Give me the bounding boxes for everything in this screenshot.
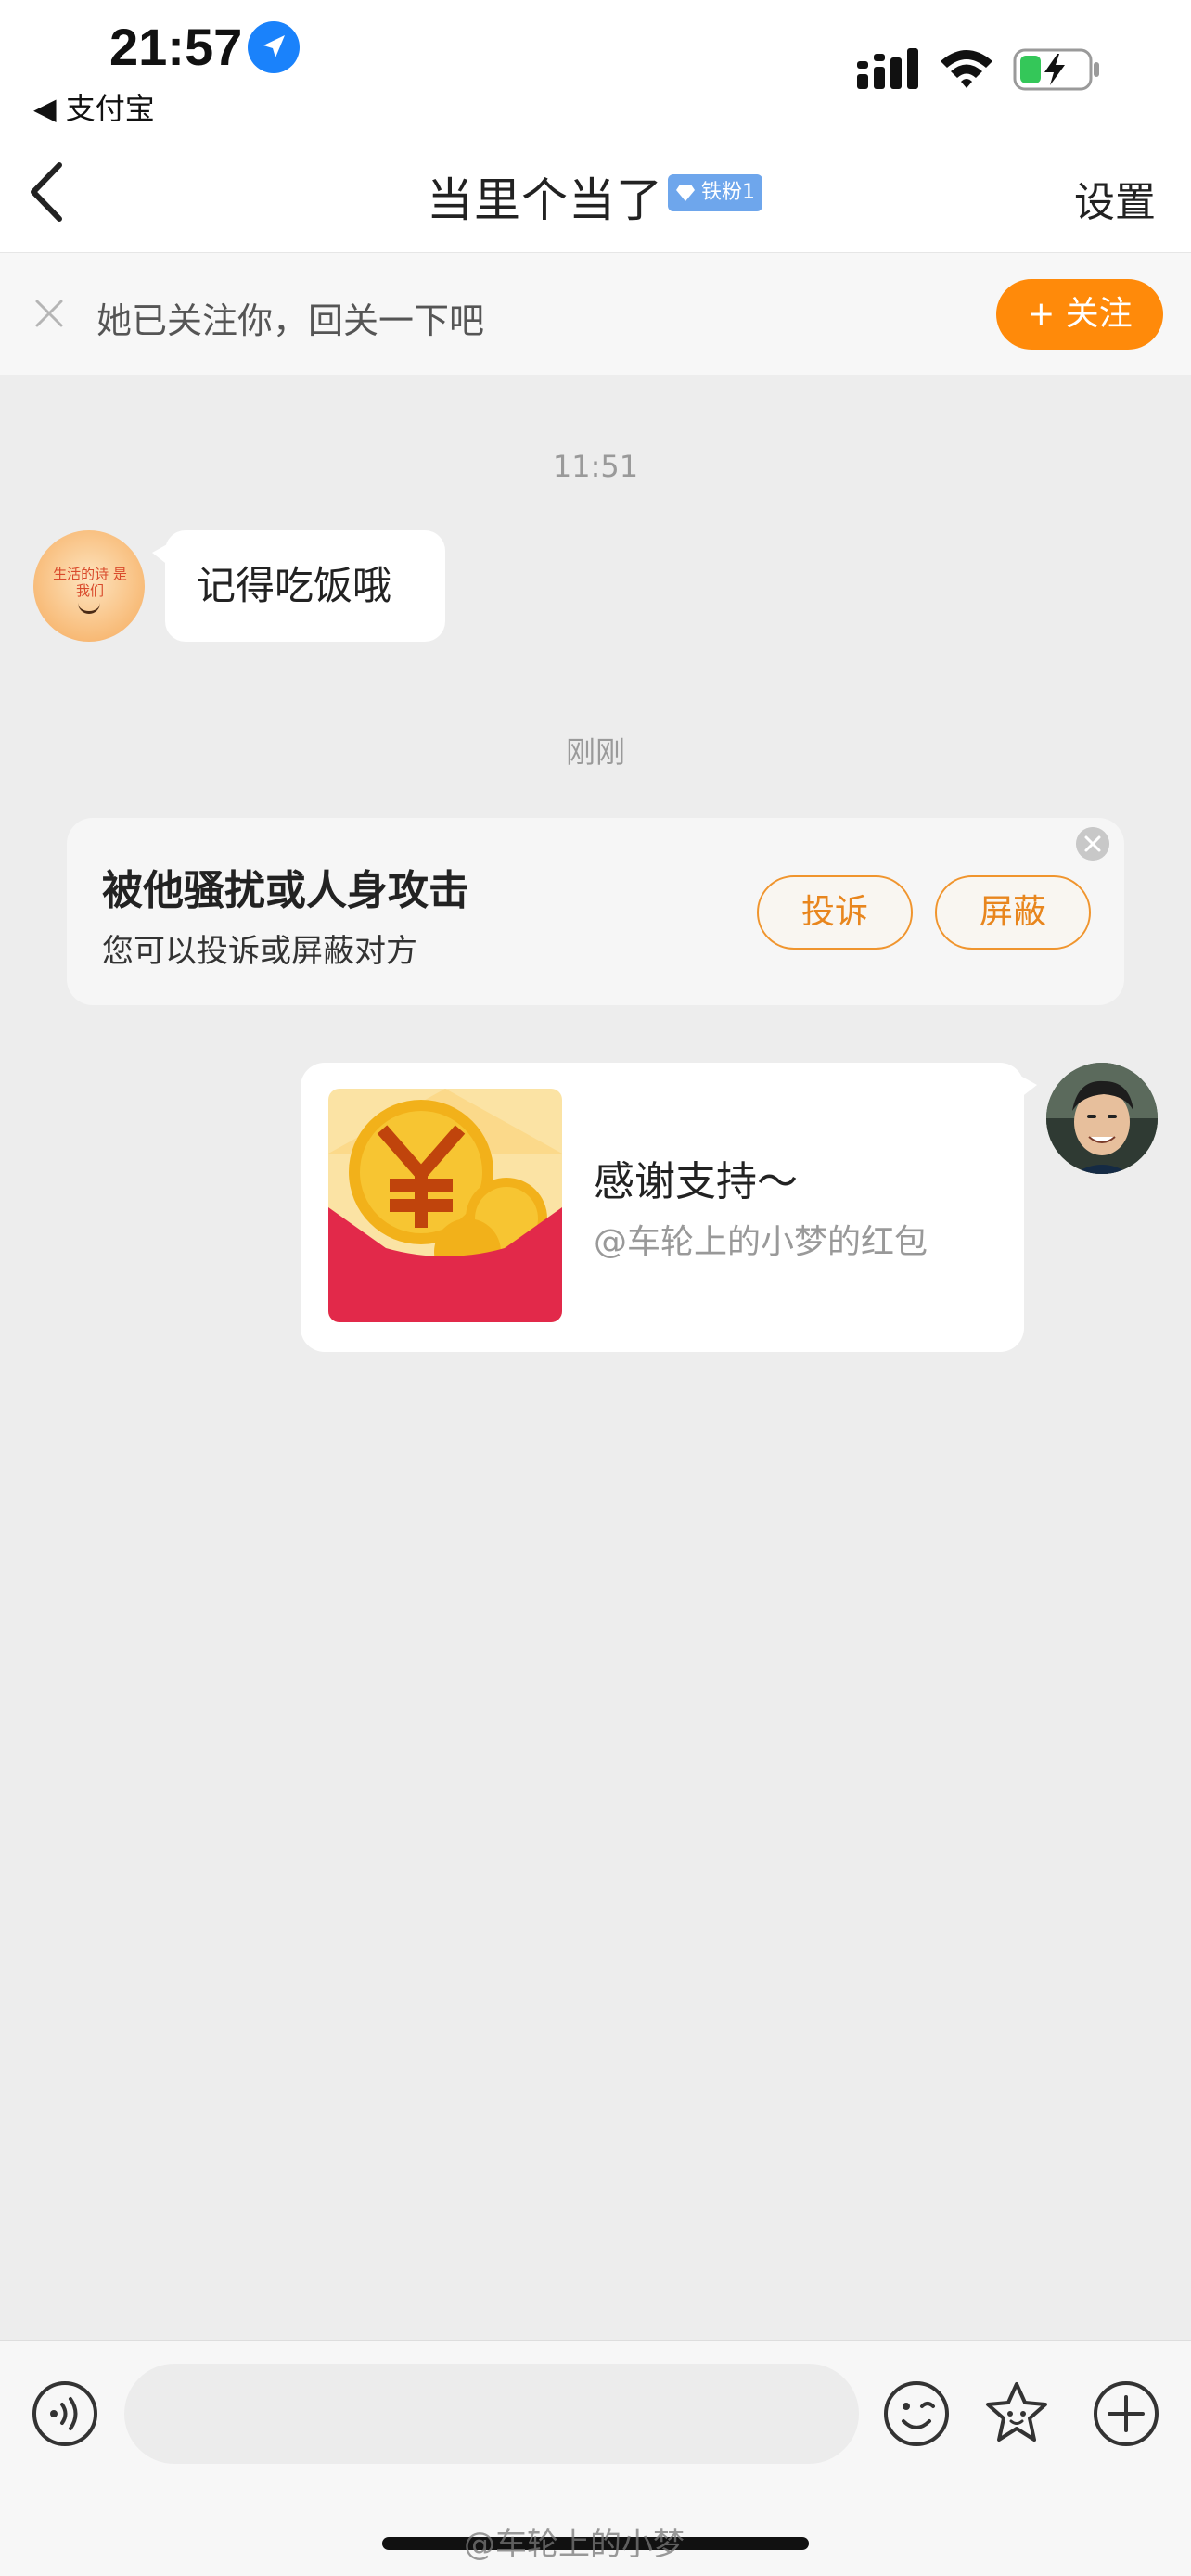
harassment-title: 被他骚扰或人身攻击	[102, 867, 469, 914]
settings-button[interactable]: 设置	[1074, 169, 1156, 228]
diamond-icon	[676, 185, 695, 201]
harassment-notice-card: 被他骚扰或人身攻击 您可以投诉或屏蔽对方 投诉 屏蔽	[67, 818, 1124, 1005]
location-arrow-icon	[248, 21, 300, 73]
red-packet-message[interactable]: 感谢支持～ @车轮上的小梦的红包	[301, 1063, 1037, 1352]
avatar-handwriting: 生活的诗 是我们	[53, 566, 127, 599]
watermark-text: @车轮上的小梦	[464, 2526, 685, 2563]
block-button[interactable]: 屏蔽	[935, 875, 1091, 950]
follow-back-button[interactable]: + 关注	[996, 279, 1163, 350]
my-avatar[interactable]	[1046, 1063, 1158, 1174]
report-button[interactable]: 投诉	[757, 875, 913, 950]
chat-timestamp: 11:51	[552, 449, 639, 484]
page-title: 当里个当了	[427, 173, 663, 227]
red-packet-title: 感谢支持～	[594, 1158, 798, 1205]
close-icon[interactable]	[33, 298, 65, 329]
sender-avatar[interactable]: 生活的诗 是我们	[33, 530, 145, 642]
chat-timestamp: 刚刚	[565, 734, 625, 770]
harassment-subtitle: 您可以投诉或屏蔽对方	[102, 933, 417, 970]
emoji-icon[interactable]	[881, 2378, 952, 2449]
red-packet-icon	[328, 1089, 562, 1322]
fan-badge-label: 铁粉1	[701, 181, 755, 204]
plus-icon[interactable]	[1091, 2378, 1161, 2449]
follow-prompt-text: 她已关注你，回关一下吧	[96, 300, 485, 341]
avatar-smile	[78, 603, 100, 614]
wifi-icon	[941, 50, 992, 88]
received-message-bubble[interactable]: 记得吃饭哦	[152, 530, 445, 642]
sticker-icon[interactable]	[981, 2378, 1052, 2449]
status-time: 21:57	[109, 18, 243, 76]
red-packet-subtitle: @车轮上的小梦的红包	[594, 1223, 928, 1261]
follow-back-banner: 她已关注你，回关一下吧 + 关注	[0, 252, 1191, 375]
fan-level-badge: 铁粉1	[668, 174, 762, 211]
message-input[interactable]	[124, 2364, 859, 2464]
close-icon[interactable]	[1076, 827, 1109, 861]
back-to-app-link[interactable]: ◀ 支付宝	[33, 85, 155, 128]
cellular-signal-icon	[857, 48, 918, 89]
battery-charging-icon	[1013, 48, 1099, 91]
back-arrow-icon[interactable]	[24, 159, 70, 224]
voice-icon[interactable]	[30, 2378, 100, 2449]
